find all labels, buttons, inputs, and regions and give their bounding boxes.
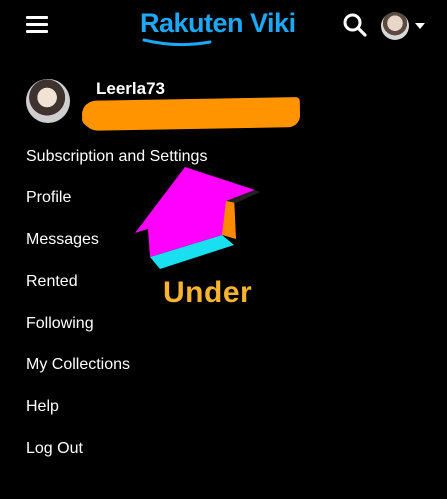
top-bar: Rakuten Viki xyxy=(0,0,447,52)
menu-item-log-out[interactable]: Log Out xyxy=(26,436,83,462)
hamburger-icon[interactable] xyxy=(26,16,48,34)
annotation-label: Under xyxy=(163,276,253,309)
avatar[interactable] xyxy=(381,12,409,40)
menu-item-my-collections[interactable]: My Collections xyxy=(26,352,130,378)
search-icon[interactable] xyxy=(342,12,368,38)
menu-item-rented[interactable]: Rented xyxy=(26,269,78,295)
menu-item-help[interactable]: Help xyxy=(26,394,59,420)
menu-item-profile[interactable]: Profile xyxy=(26,185,71,211)
menu-item-following[interactable]: Following xyxy=(26,311,94,337)
username[interactable]: Leerla73 xyxy=(96,79,165,99)
profile-avatar[interactable] xyxy=(26,79,70,123)
app-logo[interactable]: Rakuten Viki xyxy=(140,8,296,47)
redaction-mark-tail xyxy=(82,108,122,130)
logo-text: Rakuten Viki xyxy=(140,8,296,38)
menu-item-messages[interactable]: Messages xyxy=(26,227,99,253)
chevron-down-icon[interactable] xyxy=(415,23,425,29)
logo-swoosh-icon xyxy=(142,38,212,47)
annotation-arrow-icon xyxy=(135,167,260,269)
